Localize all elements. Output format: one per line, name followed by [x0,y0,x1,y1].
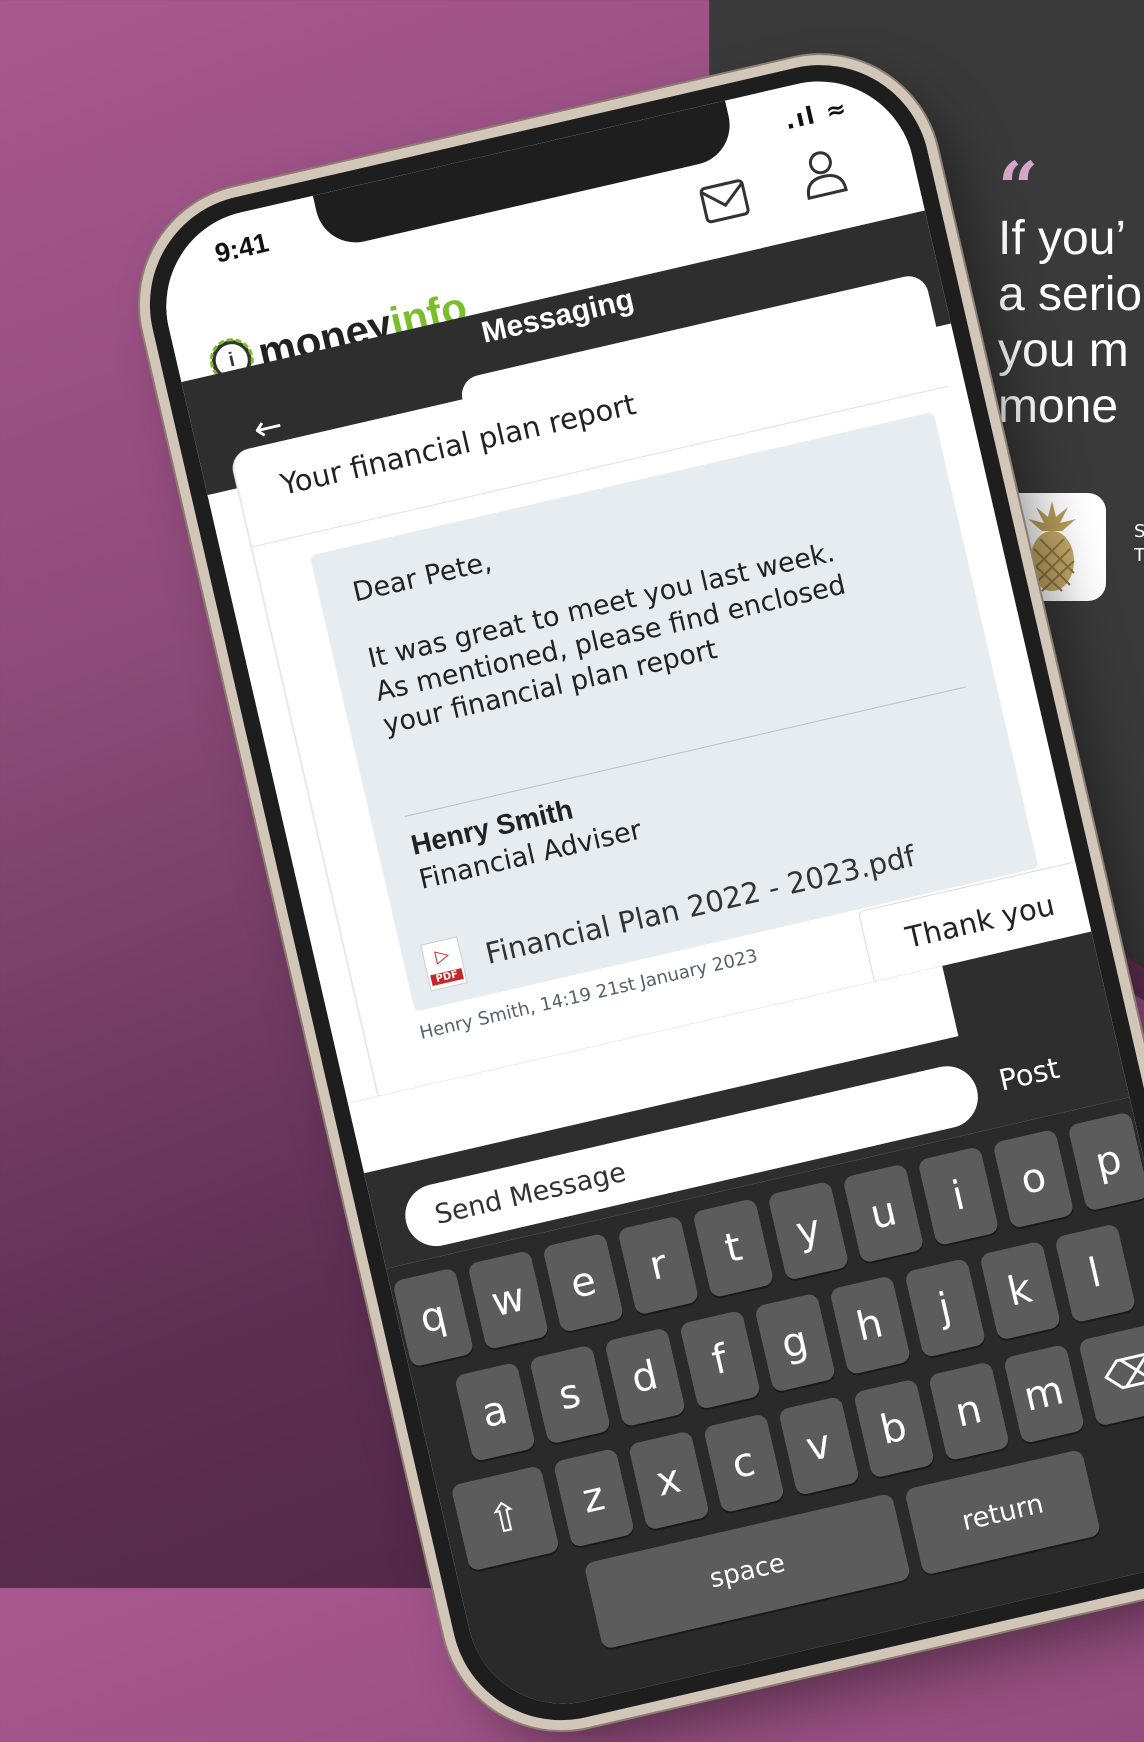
acrobat-icon: ▷ [432,943,452,968]
key-v[interactable]: v [777,1395,860,1497]
key-h[interactable]: h [828,1275,911,1376]
post-button[interactable]: Post [996,1051,1063,1098]
pineapple-icon [1028,501,1076,592]
pdf-tag: PDF [430,968,464,987]
quote-line: you m [998,324,1129,377]
quote-caption: S T [1134,520,1144,568]
signal-wifi-icon: .ıl ≈ [782,93,851,136]
quote-mark-icon: “ [998,160,1039,229]
key-s[interactable]: s [528,1344,611,1445]
key-x[interactable]: x [627,1430,710,1531]
key-y[interactable]: y [767,1180,850,1281]
backspace-key-icon[interactable]: ⌫ [1077,1320,1144,1427]
key-l[interactable]: l [1053,1223,1136,1324]
key-e[interactable]: e [542,1232,625,1333]
caption-line: T [1134,545,1144,566]
key-r[interactable]: r [617,1215,700,1316]
key-k[interactable]: k [978,1240,1061,1341]
user-icon[interactable] [796,144,850,201]
key-w[interactable]: w [467,1250,550,1351]
key-p[interactable]: p [1067,1111,1144,1212]
shift-key-icon[interactable]: ⇧ [450,1465,560,1572]
caption-line: S [1134,521,1144,542]
testimonial-quote: “ If you’ a serio you m mone [998,160,1144,434]
key-m[interactable]: m [1002,1343,1085,1445]
key-o[interactable]: o [992,1128,1075,1229]
key-z[interactable]: z [552,1447,635,1549]
key-q[interactable]: q [392,1267,475,1368]
message-body: Dear Pete, It was great to meet you last… [350,469,857,743]
key-a[interactable]: a [453,1361,536,1463]
key-f[interactable]: f [678,1310,761,1411]
key-j[interactable]: j [903,1258,986,1359]
quote-line: a serio [998,268,1143,321]
key-n[interactable]: n [927,1361,1010,1462]
key-d[interactable]: d [603,1327,686,1428]
quote-line: mone [998,380,1119,433]
key-u[interactable]: u [842,1163,925,1264]
key-g[interactable]: g [753,1292,836,1393]
quote-line: If you’ [998,212,1127,265]
key-c[interactable]: c [702,1413,785,1514]
key-b[interactable]: b [852,1378,935,1479]
key-t[interactable]: t [692,1198,775,1299]
mail-icon[interactable] [697,176,753,226]
status-time: 9:41 [212,227,272,269]
key-i[interactable]: i [917,1146,1000,1247]
return-key[interactable]: return [904,1448,1102,1576]
